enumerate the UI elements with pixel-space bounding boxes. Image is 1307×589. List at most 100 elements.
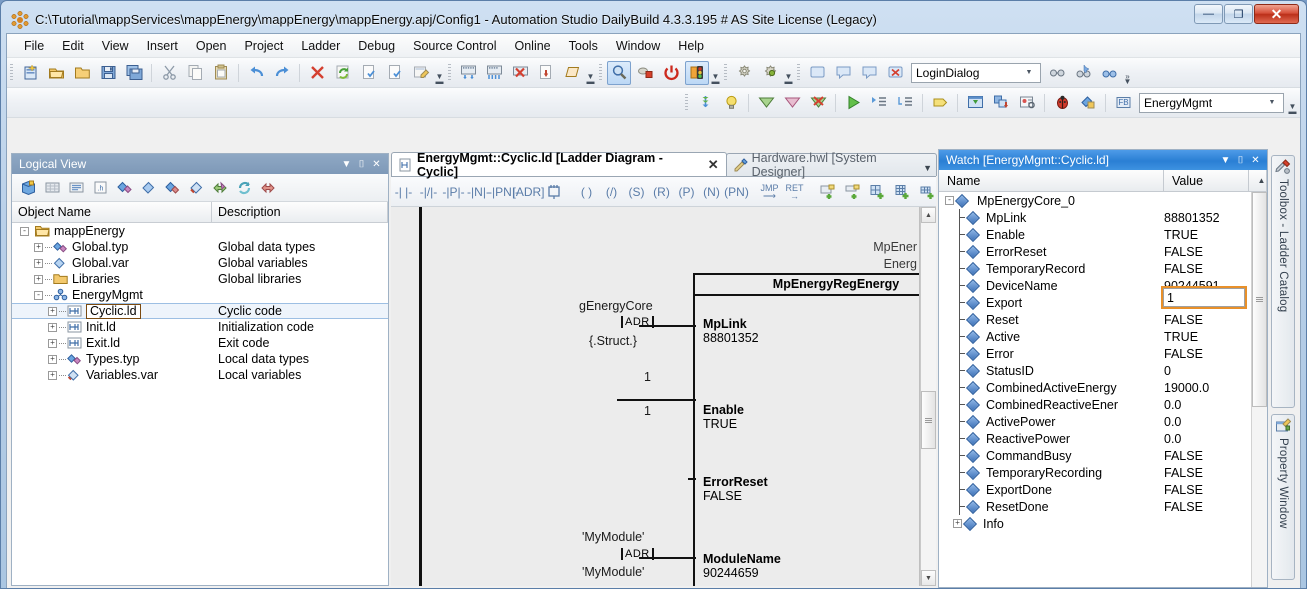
glasses-add-icon[interactable] <box>1071 61 1095 85</box>
table-icon[interactable] <box>41 177 63 199</box>
variable-icon[interactable] <box>137 177 159 199</box>
expander-toggle[interactable]: + <box>34 274 43 284</box>
watch-row[interactable]: Reset FALSE <box>939 311 1251 328</box>
tree-item-mappEnergy[interactable]: - mappEnergy <box>12 223 388 239</box>
chevron-down-icon[interactable]: ▼ <box>339 159 354 170</box>
menu-source-control[interactable]: Source Control <box>404 36 505 56</box>
menu-help[interactable]: Help <box>669 36 713 56</box>
chevron-down-icon[interactable]: ▼ <box>1218 155 1233 166</box>
ladder-input-var-genergycore[interactable]: gEnergyCore <box>579 299 653 313</box>
ld-coil-p[interactable]: (P) <box>674 179 699 204</box>
watch-value-input[interactable]: 1 <box>1163 288 1245 307</box>
coil-block-icon[interactable] <box>541 179 566 204</box>
expander-toggle[interactable]: - <box>34 290 43 300</box>
fb-icon[interactable]: FB <box>1111 91 1135 115</box>
watch-row[interactable]: Error FALSE <box>939 345 1251 362</box>
glasses-blue-icon[interactable] <box>1097 61 1121 85</box>
copy-icon[interactable] <box>183 61 207 85</box>
tree-item-global-var[interactable]: + Global.var Global variables <box>12 255 388 271</box>
rebuild-icon[interactable] <box>482 61 506 85</box>
dock-tab-toolbox[interactable]: Toolbox - Ladder Catalog <box>1271 155 1295 409</box>
check-document-icon[interactable] <box>357 61 381 85</box>
watch-delete-icon[interactable] <box>806 91 830 115</box>
toolbar-overflow-button[interactable]: ▼ ▬ <box>1287 91 1298 115</box>
step-icon[interactable] <box>693 91 717 115</box>
close-window-icon[interactable] <box>883 61 907 85</box>
toolbar-overflow-button[interactable]: ▼ ▬ <box>710 61 721 85</box>
chevron-down-icon[interactable]: ▼ <box>1022 69 1036 76</box>
ladder-diagram-canvas[interactable]: MpEner Energ MpEnergyRegEnergy MpLink 88… <box>391 207 920 586</box>
ld-jmp[interactable]: JMP ⟶ <box>757 179 782 204</box>
callstack-window-icon[interactable] <box>857 61 881 85</box>
minimize-button[interactable]: — <box>1194 4 1223 24</box>
watch-down-icon[interactable] <box>754 91 778 115</box>
scrollbar-thumb[interactable] <box>921 391 936 449</box>
properties-icon[interactable] <box>409 61 433 85</box>
expander-toggle[interactable]: + <box>48 354 57 364</box>
expander-toggle[interactable]: + <box>48 322 57 332</box>
toolbar-grip[interactable] <box>448 63 451 82</box>
close-icon[interactable]: ✕ <box>708 157 719 173</box>
logical-view-tree[interactable]: - mappEnergy + Global.typ Global data ty… <box>12 223 388 585</box>
toolbar-grip[interactable] <box>599 63 602 82</box>
ladder-input-const-1a[interactable]: 1 <box>644 370 651 384</box>
ld-adr-block[interactable]: [ADR] <box>513 179 545 204</box>
watch-vertical-scrollbar[interactable] <box>1251 192 1267 587</box>
toolbar-overflow-button[interactable]: ▼ ▬ <box>585 61 596 85</box>
toolbar-grip[interactable] <box>724 63 727 82</box>
watch-value-editor[interactable]: 1 <box>1161 286 1247 309</box>
datatype2-icon[interactable] <box>161 177 183 199</box>
tree-item-variables-var[interactable]: + Variables.var Local variables <box>12 367 388 383</box>
power-icon[interactable] <box>659 61 683 85</box>
menu-debug[interactable]: Debug <box>349 36 404 56</box>
watch-pink-icon[interactable] <box>780 91 804 115</box>
open-folder-icon[interactable] <box>70 61 94 85</box>
menu-open[interactable]: Open <box>187 36 236 56</box>
delete-network-icon[interactable] <box>840 179 865 204</box>
watch-row[interactable]: Active TRUE <box>939 328 1251 345</box>
step-out-icon[interactable] <box>893 91 917 115</box>
tree-item-init-ld[interactable]: + Init.ld Initialization code <box>12 319 388 335</box>
close-icon[interactable]: ✕ <box>1248 155 1263 166</box>
watch-row[interactable]: ReactivePower 0.0 <box>939 430 1251 447</box>
ld-coil-set[interactable]: (S) <box>624 179 649 204</box>
watch-row[interactable]: CommandBusy FALSE <box>939 447 1251 464</box>
column-header-object-name[interactable]: Object Name <box>12 202 212 222</box>
expander-toggle[interactable]: - <box>20 226 29 236</box>
scroll-up-arrow-icon[interactable]: ▲ <box>1249 170 1267 191</box>
ld-coil[interactable]: ( ) <box>574 179 599 204</box>
list-icon[interactable] <box>65 177 87 199</box>
watch-row[interactable]: Enable TRUE <box>939 226 1251 243</box>
expander-toggle[interactable]: + <box>48 338 57 348</box>
insert-network-icon[interactable] <box>815 179 840 204</box>
clean-icon[interactable] <box>508 61 532 85</box>
diamond-house-icon[interactable] <box>1076 91 1100 115</box>
cube-icon[interactable] <box>17 177 39 199</box>
refresh-icon[interactable] <box>331 61 355 85</box>
menu-ladder[interactable]: Ladder <box>292 36 349 56</box>
transfer-block-icon[interactable] <box>989 91 1013 115</box>
tab-hardware-hwl[interactable]: Hardware.hwl [System Designer] <box>725 151 937 179</box>
chart-icon[interactable]: .h <box>89 177 111 199</box>
tree-item-energymgmt[interactable]: - EnergyMgmt <box>12 287 388 303</box>
close-icon[interactable]: ✕ <box>369 159 384 170</box>
toolbar-overflow-button[interactable]: ▼ ▬ <box>434 61 445 85</box>
watch-row[interactable]: TemporaryRecording FALSE <box>939 464 1251 481</box>
cut-icon[interactable] <box>157 61 181 85</box>
refresh-cyan-icon[interactable] <box>233 177 255 199</box>
paste-icon[interactable] <box>209 61 233 85</box>
ld-coil-n[interactable]: (N) <box>699 179 724 204</box>
expander-toggle[interactable]: + <box>48 306 57 316</box>
arrow-green-icon[interactable] <box>209 177 231 199</box>
redo-icon[interactable] <box>270 61 294 85</box>
menu-project[interactable]: Project <box>235 36 292 56</box>
message-window-icon[interactable] <box>831 61 855 85</box>
tree-item-exit-ld[interactable]: + Exit.ld Exit code <box>12 335 388 351</box>
run-icon[interactable] <box>841 91 865 115</box>
close-button[interactable]: ✕ <box>1254 4 1299 24</box>
expander-toggle[interactable]: + <box>34 242 43 252</box>
ld-contact-no[interactable]: -| |- <box>391 179 416 204</box>
maximize-button[interactable]: ❐ <box>1224 4 1253 24</box>
toolbar-overflow-button[interactable]: » ▼ <box>1122 61 1133 85</box>
simulate-icon[interactable] <box>560 61 584 85</box>
